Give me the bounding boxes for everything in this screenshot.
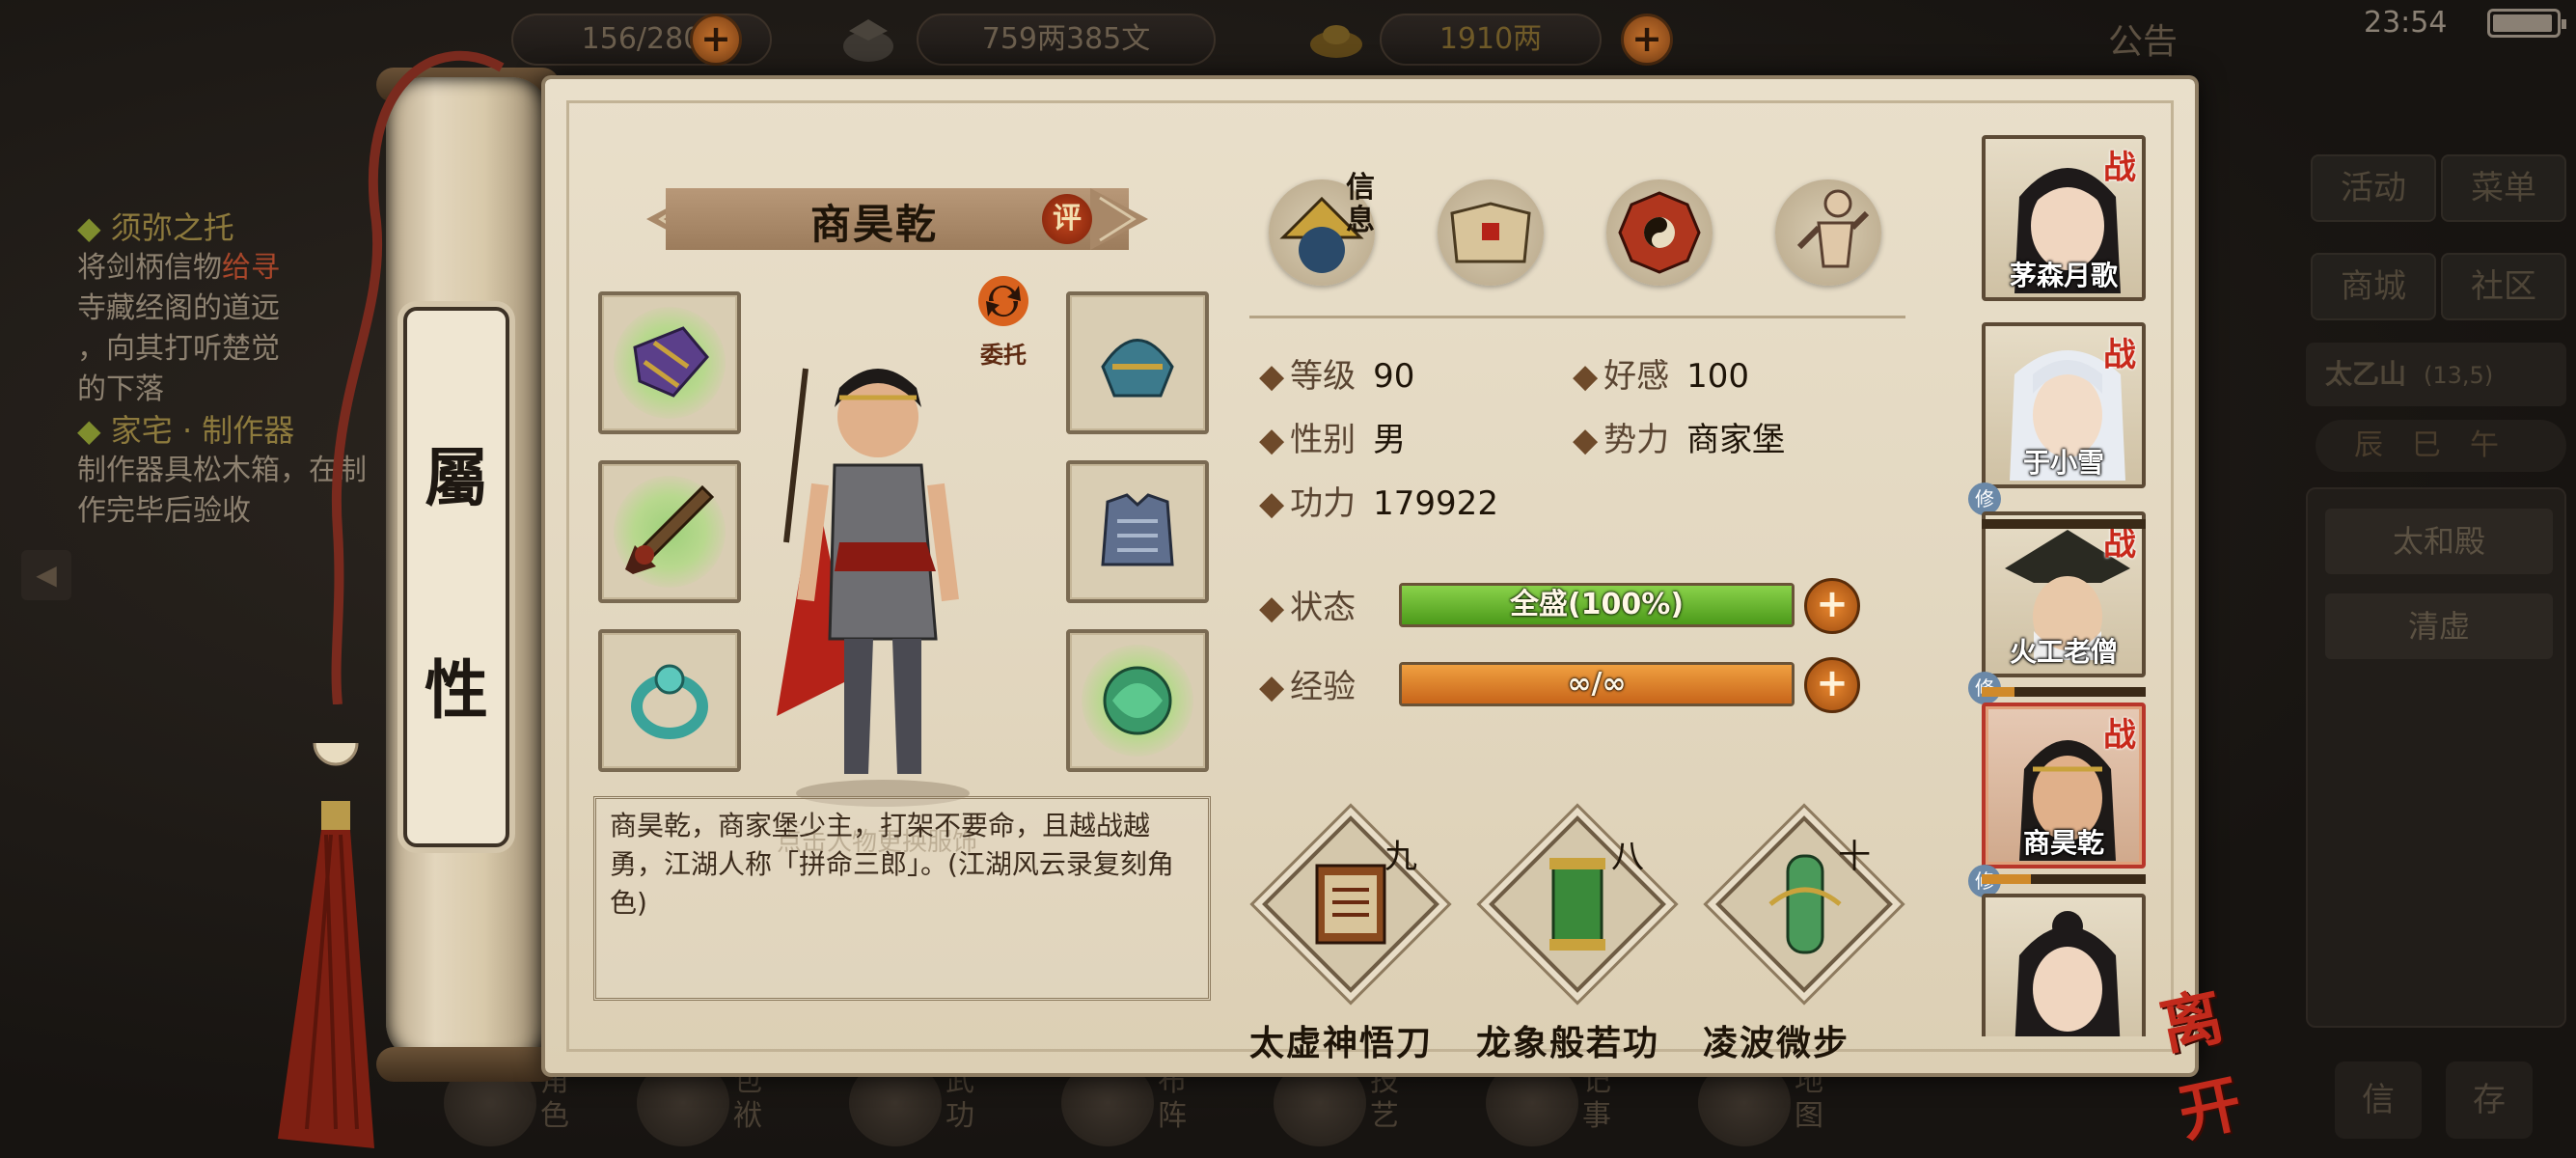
character-panel: 商昊乾 评 委托 点击人物更换服饰 商昊乾，商家堡少主，打架不要命，且越战越勇，… bbox=[545, 79, 2195, 1073]
character-portrait[interactable] bbox=[738, 349, 999, 813]
coin-pouch-icon bbox=[843, 19, 893, 62]
jade-pendant-icon bbox=[1103, 666, 1172, 735]
gold-ingot-icon bbox=[1310, 25, 1362, 58]
stat-favor: ◆ 好感 100 bbox=[1573, 357, 1750, 396]
member-portrait bbox=[2014, 911, 2121, 1036]
skill-name: 太虚神悟刀 bbox=[1249, 1024, 1434, 1063]
top-resource-bar: 156/280 + 759两385文 1910两 + bbox=[367, 0, 2219, 77]
community-button[interactable]: 社区 bbox=[2441, 253, 2566, 320]
tab-info[interactable]: 信息 bbox=[1259, 170, 1384, 295]
equip-slot-ring[interactable] bbox=[598, 629, 741, 772]
collapse-left-icon[interactable]: ◀ bbox=[21, 550, 71, 600]
nav-skills[interactable]: 技艺 bbox=[1274, 1060, 1438, 1156]
nav-formation[interactable]: 布阵 bbox=[1061, 1060, 1225, 1156]
nav-journal[interactable]: 记事 bbox=[1486, 1060, 1650, 1156]
stat-gender: ◆ 性别男 bbox=[1259, 421, 1407, 459]
nav-martial[interactable]: 武功 bbox=[849, 1060, 1013, 1156]
ring-icon bbox=[631, 664, 708, 739]
mail-button[interactable]: 信 bbox=[2335, 1062, 2422, 1139]
equip-slot-weapon[interactable] bbox=[598, 460, 741, 603]
stat-faction: ◆ 势力 商家堡 bbox=[1573, 421, 1786, 459]
member-xp-bar bbox=[1982, 687, 2146, 697]
place-list: 太和殿 清虚 bbox=[2306, 487, 2566, 1028]
equip-slot-accessory[interactable] bbox=[1066, 629, 1209, 772]
shop-button[interactable]: 商城 bbox=[2311, 253, 2436, 320]
tab-bagua[interactable] bbox=[1597, 170, 1722, 295]
meridian-body-icon bbox=[1796, 189, 1870, 268]
roster-member[interactable]: 战 茅森月歌 bbox=[1982, 135, 2146, 301]
member-xp-bar bbox=[1982, 519, 2146, 529]
roster-member[interactable]: 战 火工老僧 bbox=[1982, 511, 2146, 677]
location-display: 太乙山 (13,5) bbox=[2306, 343, 2566, 406]
nav-map[interactable]: 地图 bbox=[1698, 1060, 1862, 1156]
roster-member-selected[interactable]: 战 商昊乾 bbox=[1982, 703, 2146, 868]
refresh-swap-icon bbox=[978, 276, 1028, 326]
exp-label: ◆ 经验 bbox=[1259, 668, 1357, 706]
skill-slot-2[interactable]: 八 龙象般若功 bbox=[1476, 774, 1679, 1063]
skill-slot-1[interactable]: 九 太虚神悟刀 bbox=[1249, 774, 1452, 1063]
tab-meridian[interactable] bbox=[1766, 170, 1891, 295]
armor-icon bbox=[1101, 493, 1174, 566]
equip-slot-helmet[interactable] bbox=[1066, 291, 1209, 434]
status-clock: 23:54 bbox=[2364, 6, 2448, 40]
roller-cap bbox=[376, 1047, 560, 1082]
add-stamina-button[interactable]: + bbox=[690, 14, 742, 66]
banner-right-ornament bbox=[1090, 188, 1148, 250]
nav-bag[interactable]: 包袱 bbox=[637, 1060, 801, 1156]
time-of-day: 辰巳午 bbox=[2316, 420, 2566, 472]
member-xp-bar bbox=[1982, 874, 2146, 884]
gloves-icon bbox=[633, 326, 709, 398]
divider bbox=[1249, 316, 1905, 318]
tassel-cord bbox=[331, 50, 505, 704]
tab-manual[interactable] bbox=[1428, 170, 1553, 295]
equip-slot-armor[interactable] bbox=[1066, 460, 1209, 603]
storage-button[interactable]: 存 bbox=[2446, 1062, 2533, 1139]
status-label: ◆ 状态 bbox=[1259, 589, 1357, 627]
character-name: 商昊乾 bbox=[810, 201, 939, 248]
character-bio: 商昊乾，商家堡少主，打架不要命，且越战越勇，江湖人称「拼命三郎」。(江湖风云录复… bbox=[593, 796, 1211, 1001]
money-display: 759两385文 bbox=[917, 14, 1216, 66]
name-banner: 商昊乾 评 bbox=[627, 180, 1167, 258]
add-gold-button[interactable]: + bbox=[1621, 14, 1673, 66]
skill-name: 凌波微步 bbox=[1703, 1024, 1850, 1063]
roster-member[interactable]: 战 于小雪 bbox=[1982, 322, 2146, 488]
activity-button[interactable]: 活动 bbox=[2311, 154, 2436, 222]
status-bar: 全盛(100%) bbox=[1399, 583, 1795, 627]
skill-name: 龙象般若功 bbox=[1476, 1024, 1660, 1063]
add-status-button[interactable]: + bbox=[1804, 578, 1860, 634]
add-exp-button[interactable]: + bbox=[1804, 657, 1860, 713]
cultivate-badge: 修 bbox=[1968, 482, 2001, 515]
tassel-ornament bbox=[278, 743, 374, 1148]
roster-member[interactable] bbox=[1982, 894, 2146, 1036]
scroll-book-icon bbox=[1450, 202, 1531, 263]
stat-level: ◆ 等级 90 bbox=[1259, 357, 1415, 396]
stat-power: ◆ 功力 179922 bbox=[1259, 484, 1498, 523]
rate-button[interactable]: 评 bbox=[1042, 194, 1092, 244]
place-item-qingxu[interactable]: 清虚 bbox=[2325, 593, 2553, 659]
equip-slot-gloves[interactable] bbox=[598, 291, 741, 434]
skill-slot-3[interactable]: 十 凌波微步 bbox=[1703, 774, 1905, 1063]
team-roster: 战 茅森月歌 战 于小雪 修 战 火工老僧 修 战 商昊乾 修 bbox=[1968, 129, 2151, 1036]
notice-button[interactable]: 公告 bbox=[2108, 14, 2178, 64]
gold-display: 1910两 bbox=[1380, 14, 1602, 66]
menu-button[interactable]: 菜单 bbox=[2441, 154, 2566, 222]
battery-icon bbox=[2487, 9, 2566, 38]
helmet-icon bbox=[1101, 339, 1174, 398]
weapon-icon bbox=[625, 484, 715, 574]
bagua-icon bbox=[1618, 191, 1701, 274]
exp-bar: ∞/∞ bbox=[1399, 662, 1795, 706]
place-item-taihe[interactable]: 太和殿 bbox=[2325, 509, 2553, 574]
